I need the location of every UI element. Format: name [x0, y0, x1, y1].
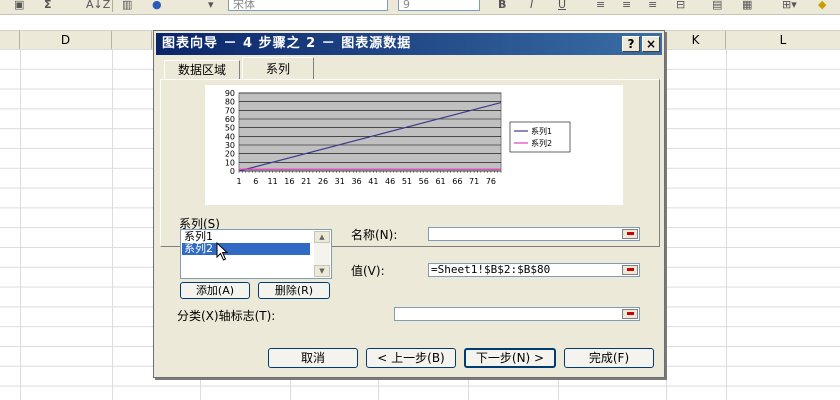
autosum-button[interactable]: Σ: [44, 0, 52, 12]
legend-label: 系列2: [531, 138, 552, 148]
help-icon[interactable]: ●: [152, 0, 162, 12]
back-button[interactable]: < 上一步(B): [366, 348, 456, 368]
merge-center-icon[interactable]: ⊟: [676, 0, 685, 12]
x-tick-label: 16: [284, 177, 294, 186]
align-left-icon[interactable]: ≡: [596, 0, 605, 12]
underline-button[interactable]: U: [558, 0, 566, 12]
y-tick-label: 90: [225, 89, 235, 98]
toolbar-separator: [112, 0, 113, 12]
x-tick-label: 31: [335, 177, 345, 186]
x-tick-label: 56: [419, 177, 429, 186]
dialog-titlebar[interactable]: 图表向导 － 4 步骤之 2 － 图表源数据 ? ×: [156, 33, 662, 55]
legend-label: 系列1: [531, 126, 552, 136]
category-axis-label: 分类(X)轴标志(T):: [177, 309, 276, 323]
x-tick-label: 1: [236, 177, 241, 186]
select-all-corner[interactable]: [0, 31, 20, 49]
x-tick-label: 26: [318, 177, 328, 186]
currency-icon[interactable]: ▤: [712, 0, 722, 12]
toolbar-options-icon[interactable]: ▾: [208, 0, 214, 12]
column-header-l[interactable]: L: [726, 31, 840, 49]
percent-icon[interactable]: ▦: [742, 0, 752, 12]
chart-preview: 0 10 20 30 40 50 60 70 80 90 1 6 11 16 21 26 31 36 41 46 51 5…: [205, 85, 623, 205]
y-tick-label: 50: [225, 124, 235, 133]
toolbar: ▣ Σ A↓Z ▥ ● ▾ 宋体 9 B I U ≡ ≡ ≡ ⊟ ▤ ▦ ⊞▾ …: [0, 0, 840, 15]
remove-series-button[interactable]: 删除(R): [258, 282, 330, 299]
sort-ascending-button[interactable]: A↓Z: [86, 0, 110, 12]
dialog-title: 图表向导 － 4 步骤之 2 － 图表源数据: [162, 36, 412, 51]
column-header-d[interactable]: D: [20, 31, 112, 49]
collapse-dialog-icon[interactable]: [622, 309, 638, 319]
y-tick-label: 40: [225, 132, 235, 141]
next-button[interactable]: 下一步(N) >: [464, 348, 556, 368]
cancel-button[interactable]: 取消: [268, 348, 358, 368]
value-field-value: =Sheet1!$B$2:$B$80: [431, 263, 551, 276]
font-name-select[interactable]: 宋体: [228, 0, 388, 11]
collapse-dialog-icon[interactable]: [622, 229, 638, 239]
mouse-cursor-icon: [216, 242, 229, 261]
grid-line: [20, 49, 21, 400]
y-tick-label: 70: [225, 106, 235, 115]
series-scrollbar[interactable]: ▲ ▼: [314, 231, 330, 277]
x-tick-label: 6: [253, 177, 258, 186]
format-painter-icon[interactable]: ▣: [14, 0, 24, 12]
name-label: 名称(N):: [351, 228, 398, 242]
align-center-icon[interactable]: ≡: [622, 0, 631, 12]
chart-wizard-icon[interactable]: ▥: [122, 0, 132, 12]
align-right-icon[interactable]: ≡: [648, 0, 657, 12]
scroll-down-icon[interactable]: ▼: [314, 265, 330, 277]
series-listbox[interactable]: 系列1 系列2 ▲ ▼: [180, 229, 332, 279]
close-button[interactable]: ×: [642, 36, 660, 52]
y-tick-label: 80: [225, 98, 235, 107]
value-field[interactable]: =Sheet1!$B$2:$B$80: [428, 263, 640, 277]
scroll-up-icon[interactable]: ▲: [314, 231, 330, 243]
y-tick-label: 30: [225, 141, 235, 150]
tab-data-range[interactable]: 数据区域: [164, 60, 240, 80]
x-tick-label: 36: [351, 177, 361, 186]
grid-line: [112, 49, 113, 400]
x-tick-label: 51: [402, 177, 412, 186]
plot-area: [238, 92, 502, 172]
x-tick-label: 71: [469, 177, 479, 186]
x-tick-label: 66: [452, 177, 462, 186]
x-tick-label: 61: [435, 177, 445, 186]
chart-svg: 01020304050607080901 6 11 16 21 26 31 36 41 46 51 5…: [225, 89, 571, 186]
tab-series[interactable]: 系列: [242, 57, 314, 80]
tab-panel: 0 10 20 30 40 50 60 70 80 90 1 6 11 16 21 26 31 36 41 46 51 5…: [160, 79, 660, 247]
italic-button[interactable]: I: [530, 0, 533, 12]
fill-color-icon[interactable]: ◆: [818, 0, 826, 12]
x-tick-label: 46: [385, 177, 395, 186]
chart-wizard-dialog: 图表向导 － 4 步骤之 2 － 图表源数据 ? × 数据区域 系列 0 10 20…: [153, 30, 665, 378]
grid-line: [666, 49, 667, 400]
x-tick-label: 11: [267, 177, 277, 186]
category-axis-field[interactable]: [394, 307, 640, 321]
borders-icon[interactable]: ⊞▾: [782, 0, 797, 12]
y-tick-label: 10: [225, 158, 235, 167]
column-header-k[interactable]: K: [666, 31, 726, 49]
x-tick-label: 76: [486, 177, 496, 186]
name-field[interactable]: [428, 227, 640, 241]
grid-line: [726, 49, 727, 400]
y-tick-label: 20: [225, 150, 235, 159]
collapse-dialog-icon[interactable]: [622, 265, 638, 275]
y-tick-label: 60: [225, 115, 235, 124]
column-header-e[interactable]: [112, 31, 152, 49]
bold-button[interactable]: B: [498, 0, 506, 12]
font-size-select[interactable]: 9: [398, 0, 480, 11]
x-tick-label: 41: [368, 177, 378, 186]
finish-button[interactable]: 完成(F): [564, 348, 654, 368]
help-button[interactable]: ?: [622, 36, 640, 52]
series-list-item-selected[interactable]: 系列2: [182, 243, 310, 255]
add-series-button[interactable]: 添加(A): [180, 282, 250, 299]
value-label: 值(V):: [351, 264, 385, 278]
x-tick-label: 21: [301, 177, 311, 186]
y-tick-label: 0: [230, 167, 235, 176]
